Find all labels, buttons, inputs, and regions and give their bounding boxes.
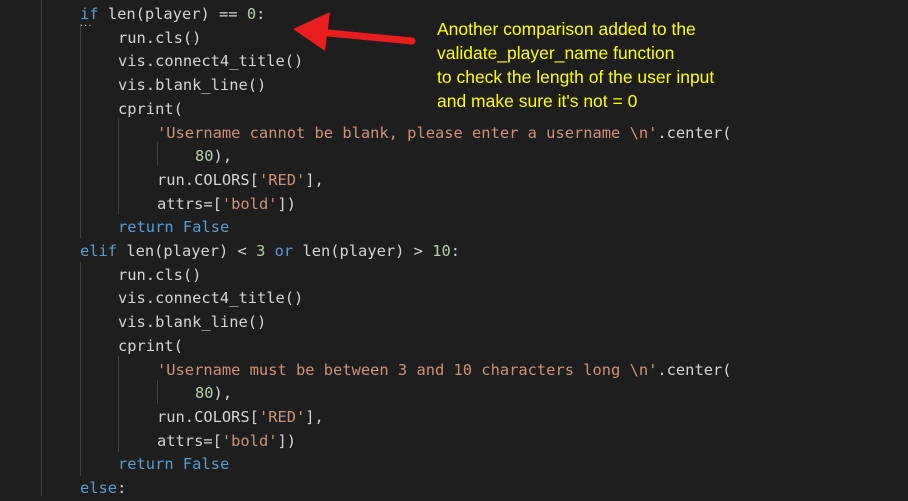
annotation-note: Another comparison added to the validate… bbox=[437, 17, 817, 113]
annotation-line: to check the length of the user input bbox=[437, 67, 715, 87]
annotation-line: Another comparison added to the bbox=[437, 19, 696, 39]
annotation-line: and make sure it's not = 0 bbox=[437, 91, 638, 111]
annotation-line: validate_player_name function bbox=[437, 43, 675, 63]
